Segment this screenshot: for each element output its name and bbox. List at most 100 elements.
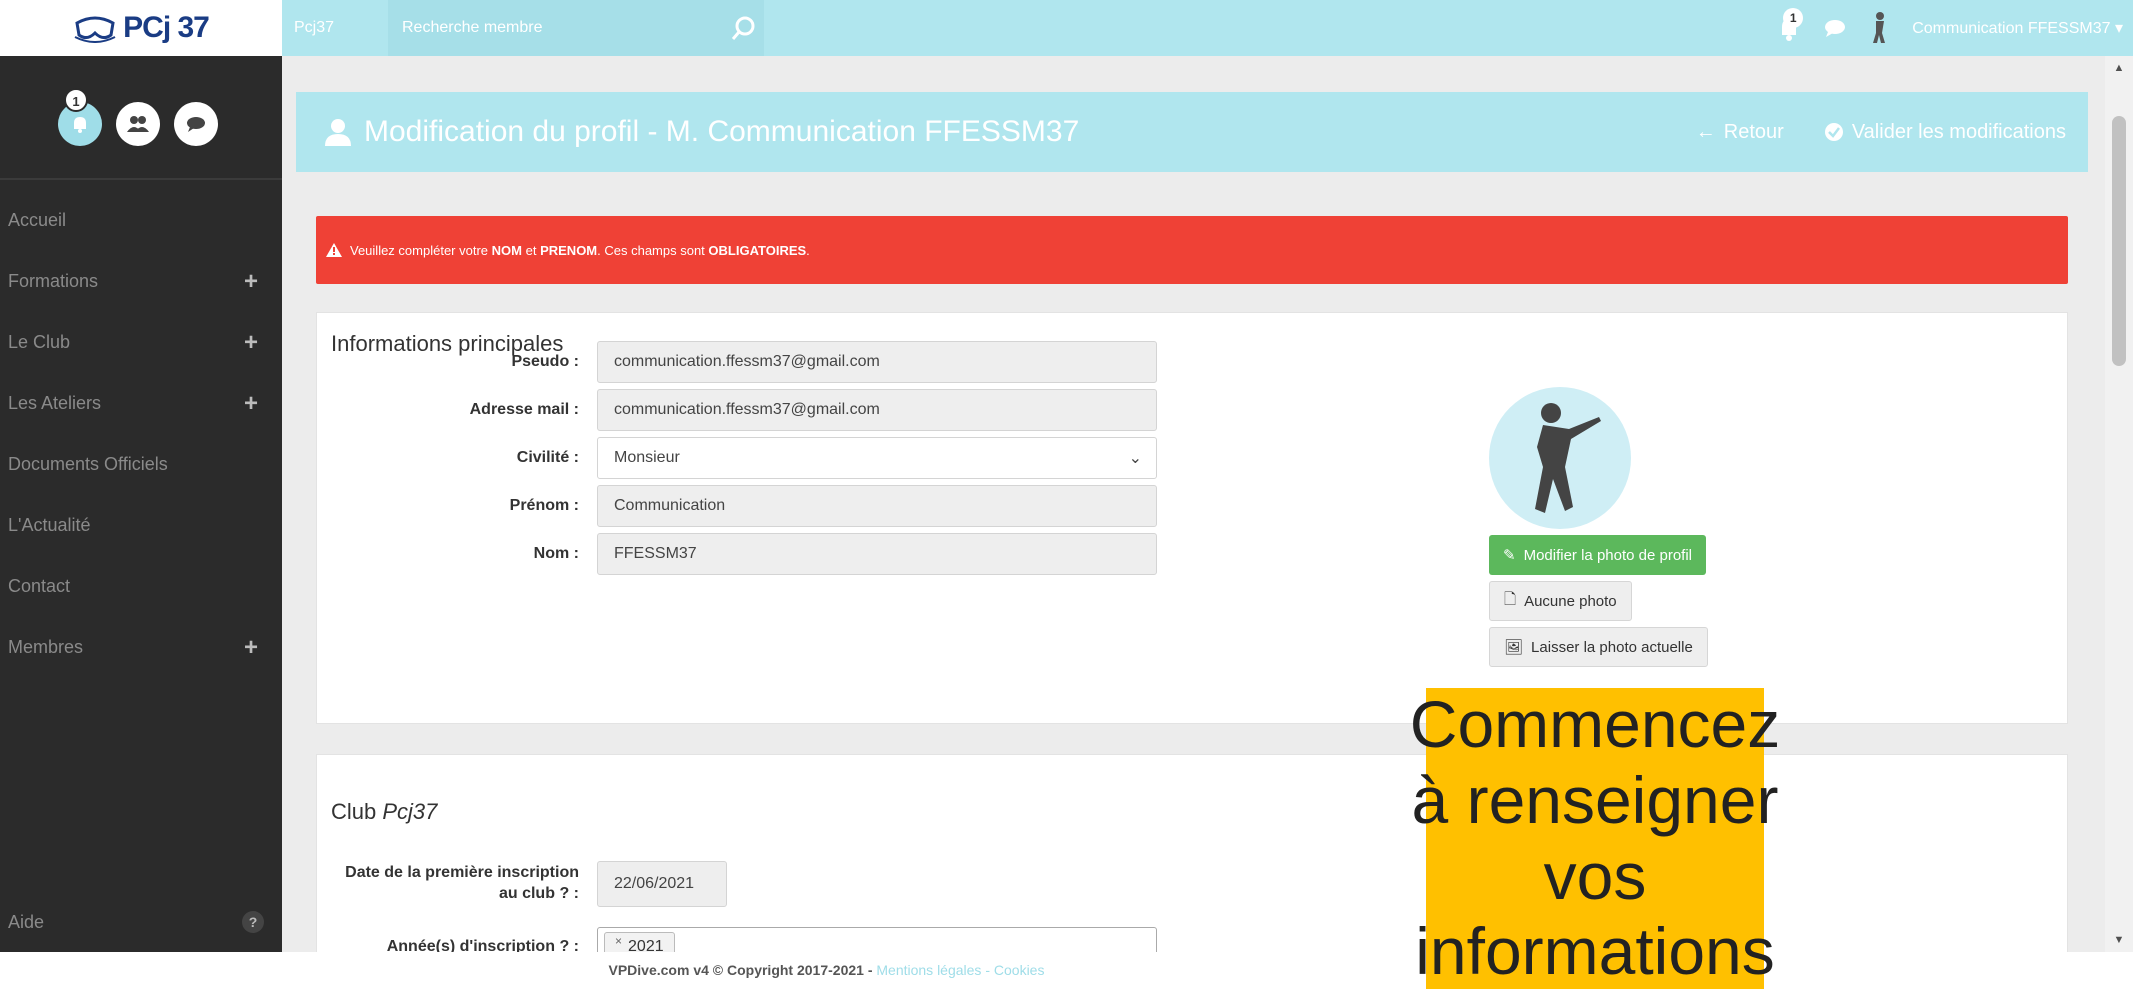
file-icon: 🗋 [1504,590,1517,608]
sidebar-item-aide[interactable]: Aide ? [0,892,282,952]
bell-icon [74,117,86,133]
sidebar-members-button[interactable] [116,102,160,146]
email-label: Adresse mail : [469,401,579,418]
modify-photo-button[interactable]: ✎ Modifier la photo de profil [1489,535,1707,575]
scroll-down-arrow[interactable]: ▼ [2105,928,2133,952]
prenom-row: Prénom : Communication [317,485,1157,527]
search-icon[interactable] [724,15,764,41]
sidebar-item-label: Documents Officiels [8,454,168,474]
logo[interactable]: PCj 37 [0,0,282,56]
question-circle-icon[interactable]: ? [559,938,569,952]
callout-text: Commencez à renseigner vos informations [1409,686,1781,989]
sidebar-notifications-button[interactable]: 1 [58,88,102,146]
cookies-link[interactable]: Cookies [994,962,1045,978]
pseudo-label: Pseudo : [511,353,579,370]
caret-down-icon: ▾ [2114,20,2123,37]
user-avatar-icon[interactable] [1866,11,1892,45]
sidebar-menu: Accueil Formations + Le Club + Les Atelier… [0,190,282,678]
warning-icon [326,243,342,257]
registration-years-input[interactable]: × 2021 [597,927,1157,952]
scrollbar[interactable]: ▲ ▼ [2105,56,2133,952]
civilite-label: Civilité : [516,449,579,466]
page-title-text: Modification du profil - M. Communicatio… [364,115,1080,148]
scrollbar-thumb[interactable] [2112,116,2126,366]
sidebar-item-le-club[interactable]: Le Club + [0,312,282,373]
nom-row: Nom : FFESSM37 [317,533,1157,575]
pseudo-field[interactable]: communication.ffessm37@gmail.com [597,341,1157,383]
top-navbar: PCj 37 Pcj37 Recherche membre 1 Communic… [0,0,2133,56]
validate-label: Valider les modifications [1851,120,2066,143]
sidebar-item-label: Accueil [8,210,67,230]
sidebar-item-documents-officiels[interactable]: Documents Officiels [0,434,282,495]
nom-label: Nom : [533,545,579,562]
no-photo-button[interactable]: 🗋 Aucune photo [1489,581,1632,621]
check-circle-icon [1824,123,1843,141]
question-circle-icon[interactable]: ? [559,885,569,902]
prenom-field[interactable]: Communication [597,485,1157,527]
footer: VPDive.com v4 © Copyright 2017-2021 - Me… [0,952,2133,989]
keep-photo-button[interactable]: 🖼 Laisser la photo actuelle [1489,627,1708,667]
chevron-down-icon: ⌄ [1128,450,1142,467]
back-label: Retour [1723,120,1784,143]
dive-mask-icon [74,16,116,43]
search-input[interactable]: Recherche membre [388,19,724,37]
sidebar-item-les-ateliers[interactable]: Les Ateliers + [0,373,282,434]
question-icon: ? [242,911,264,933]
search-bar[interactable]: Recherche membre [388,0,764,56]
required-fields-alert: Veuillez compléter votre NOM et PRENOM. … [316,216,2068,284]
users-icon [127,116,149,132]
sidebar-chat-button[interactable] [174,102,218,146]
sidebar-item-label: Le Club [8,332,71,352]
year-tag-label: 2021 [628,938,664,952]
footer-separator: - [985,962,990,978]
back-button[interactable]: ← Retour [1696,121,1784,144]
scroll-up-arrow[interactable]: ▲ [2105,56,2133,80]
legal-link[interactable]: Mentions légales [876,962,981,978]
first-registration-date[interactable]: 22/06/2021 [597,861,727,907]
plus-icon: + [243,267,258,295]
logo-text: PCj 37 [123,11,210,44]
no-photo-label: Aucune photo [1524,592,1617,610]
pencil-icon: ✎ [1503,547,1516,564]
validate-button[interactable]: Valider les modifications [1824,121,2066,144]
sidebar-item-actualite[interactable]: L'Actualité [0,495,282,556]
modify-photo-label: Modifier la photo de profil [1523,546,1693,564]
first-registration-label: Date de la première inscription au club ?… [345,864,579,902]
sidebar-item-contact[interactable]: Contact [0,556,282,617]
instruction-callout: Commencez à renseigner vos informations [1410,687,1780,989]
notifications-bell[interactable]: 1 [1774,8,1804,43]
chat-icon[interactable] [1824,19,1846,37]
plus-icon: + [243,389,258,417]
sidebar-item-label: Contact [8,576,71,596]
club-panel: Club Pcj37 Date de la première inscripti… [316,754,2068,952]
sidebar-item-label: Les Ateliers [8,393,102,413]
sidebar-item-label: Membres [8,637,84,657]
email-row: Adresse mail : communication.ffessm37@gm… [317,389,1157,431]
page-title: Modification du profil - M. Communicatio… [324,92,1079,172]
registration-years-label: Année(s) d'inscription ? : [317,938,597,952]
diver-silhouette-icon [1535,403,1601,513]
user-name: Communication FFESSM37 [1912,20,2111,37]
plus-icon: + [243,328,258,356]
sidebar-divider [0,178,282,180]
sidebar: 1 Accueil Formations + Le Club + Les Ateli… [0,56,282,952]
email-field[interactable]: communication.ffessm37@gmail.com [597,389,1157,431]
sidebar-item-formations[interactable]: Formations + [0,251,282,312]
brand-link[interactable]: Pcj37 [294,0,334,56]
sidebar-item-accueil[interactable]: Accueil [0,190,282,251]
year-tag: × 2021 [604,932,675,952]
plus-icon: + [243,633,258,661]
civilite-select[interactable]: Monsieur ⌄ [597,437,1157,479]
arrow-left-icon: ← [1695,120,1716,143]
page-header: Modification du profil - M. Communicatio… [296,92,2088,172]
remove-tag-icon[interactable]: × [615,934,622,948]
sidebar-notification-badge: 1 [64,88,88,112]
prenom-label: Prénom : [509,497,579,514]
image-icon: 🖼 [1504,639,1524,656]
profile-photo [1489,387,1631,529]
sidebar-item-membres[interactable]: Membres + [0,617,282,678]
main-info-panel: Informations principales Pseudo : commun… [316,312,2068,724]
footer-copyright: VPDive.com v4 © Copyright 2017-2021 - [608,962,873,978]
nom-field[interactable]: FFESSM37 [597,533,1157,575]
user-menu[interactable]: Communication FFESSM37 ▾ [1912,18,2123,38]
